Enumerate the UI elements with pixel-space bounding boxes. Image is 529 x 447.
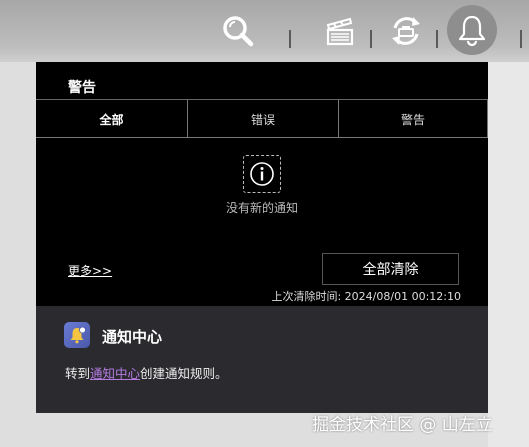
watermark: 掘金技术社区 @ 山左立 (312, 415, 493, 435)
top-toolbar (0, 0, 529, 62)
popup-header: 警告 (36, 62, 488, 100)
search-icon[interactable] (214, 6, 262, 56)
nc-text-prefix: 转到 (65, 366, 91, 381)
empty-message: 没有新的通知 (225, 201, 298, 215)
notification-popup: 警告 全部 错误 警告 没有新的通知 更多>> 全部清除 上次清除时间: 202… (36, 62, 488, 413)
clapperboard-icon[interactable] (316, 6, 364, 56)
tab-all[interactable]: 全部 (36, 100, 187, 138)
notification-center-link[interactable]: 通知中心 (90, 366, 140, 381)
tab-warnings[interactable]: 警告 (338, 100, 488, 138)
nc-text-suffix: 创建通知规则。 (140, 366, 228, 381)
bell-button[interactable] (447, 5, 497, 55)
toolbar-separator (289, 30, 291, 48)
clear-all-button[interactable]: 全部清除 (322, 253, 459, 285)
background-panel (488, 62, 529, 447)
bell-icon (458, 15, 486, 46)
toolbar-separator (520, 30, 522, 48)
sync-icon[interactable] (382, 6, 430, 56)
info-icon (243, 155, 281, 193)
toolbar-separator (436, 30, 438, 48)
tab-errors[interactable]: 错误 (187, 100, 338, 138)
notification-center-title: 通知中心 (102, 328, 163, 346)
last-cleared-time: 上次清除时间: 2024/08/01 00:12:10 (271, 290, 461, 303)
tab-bar: 全部 错误 警告 (36, 100, 488, 138)
more-link[interactable]: 更多>> (68, 262, 112, 279)
notification-center-text: 转到通知中心创建通知规则。 (65, 363, 228, 382)
notification-center-section: 通知中心 转到通知中心创建通知规则。 (36, 306, 488, 413)
notification-center-icon (64, 322, 90, 348)
toolbar-separator (370, 30, 372, 48)
popup-title: 警告 (68, 80, 96, 96)
